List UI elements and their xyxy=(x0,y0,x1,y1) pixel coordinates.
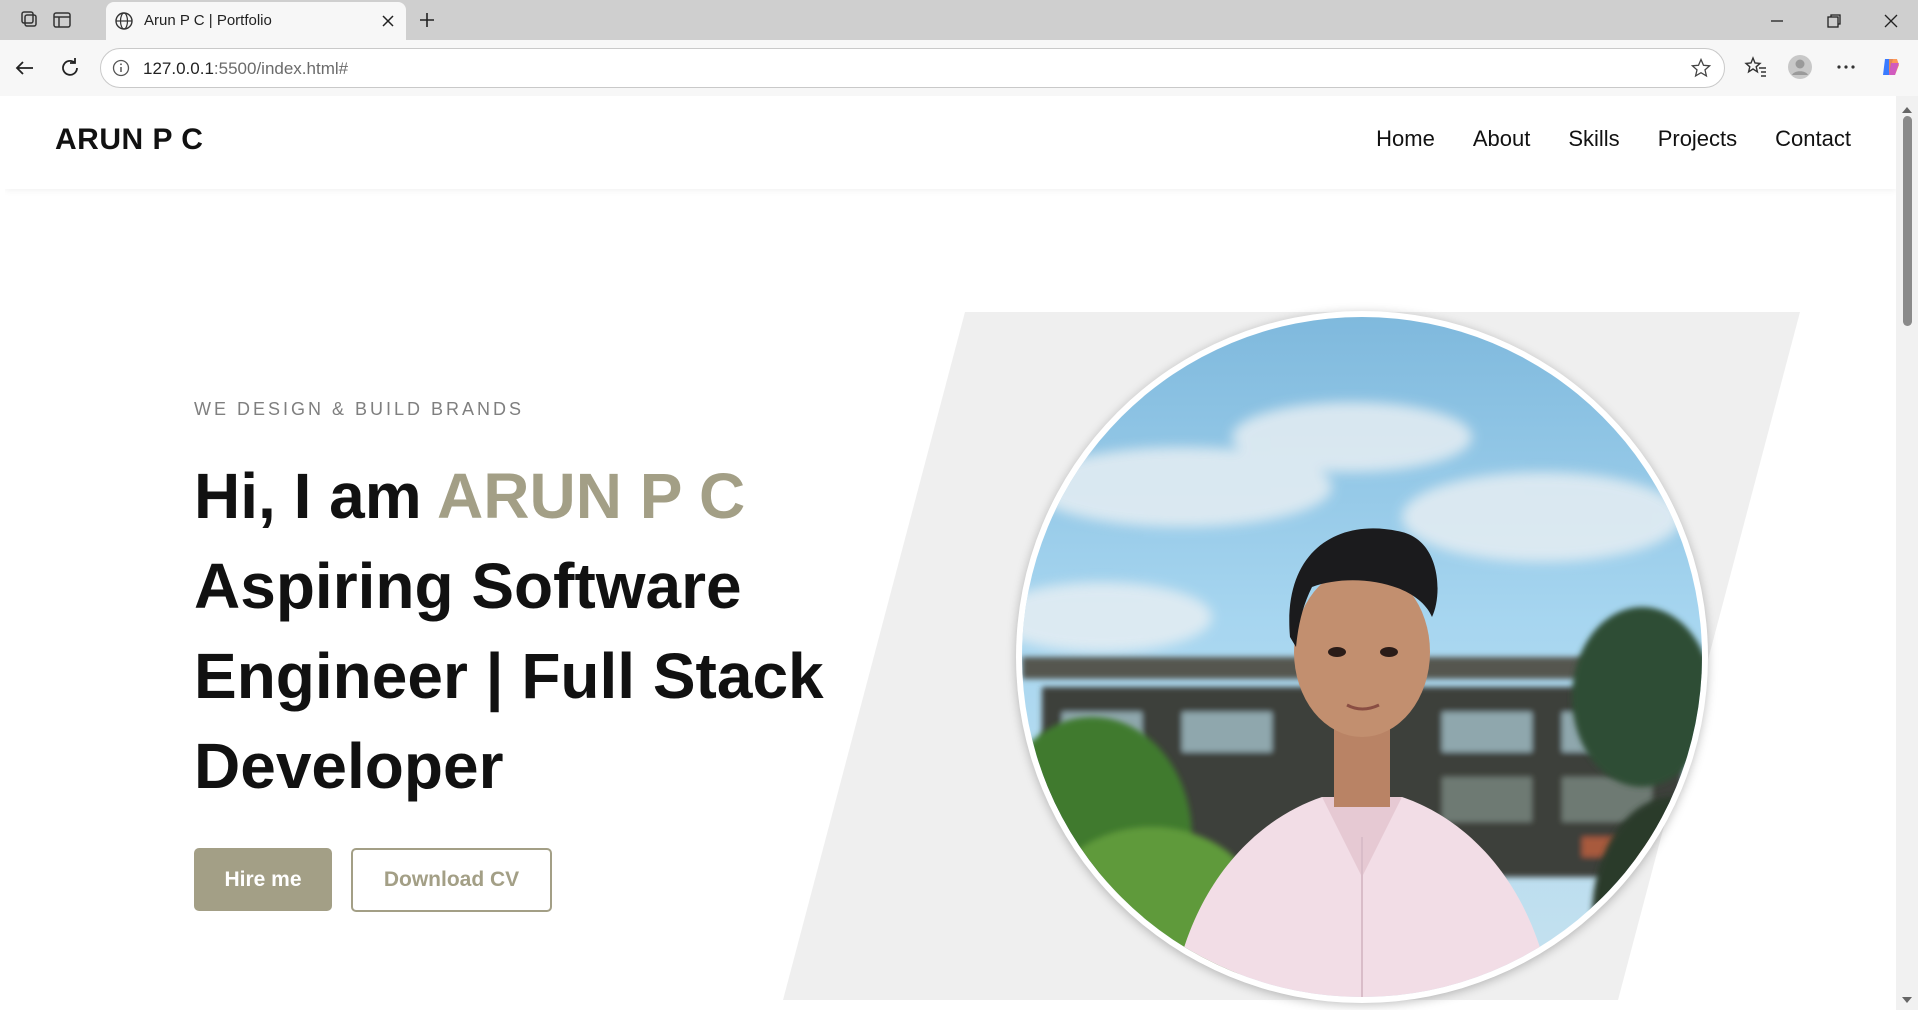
nav-skills[interactable]: Skills xyxy=(1568,126,1619,152)
globe-icon xyxy=(114,11,134,31)
new-tab-icon[interactable] xyxy=(417,10,437,30)
profile-photo-frame xyxy=(1016,311,1708,1003)
favorites-icon[interactable] xyxy=(1743,54,1769,80)
site-header: ARUN P C Home About Skills Projects Cont… xyxy=(5,96,1896,189)
nav-contact[interactable]: Contact xyxy=(1775,126,1851,152)
download-cv-button[interactable]: Download CV xyxy=(351,848,552,912)
workspaces-icon[interactable] xyxy=(20,10,40,30)
url-text[interactable]: 127.0.0.1:5500/index.html# xyxy=(143,59,348,79)
copilot-icon[interactable] xyxy=(1878,54,1904,80)
refresh-icon[interactable] xyxy=(57,55,83,81)
page-scrollbar[interactable] xyxy=(1896,96,1918,1010)
hero-role: Aspiring Software Engineer | Full Stack … xyxy=(194,550,824,802)
site-info-icon[interactable] xyxy=(111,58,131,78)
profile-avatar-icon[interactable] xyxy=(1787,54,1813,80)
back-arrow-icon[interactable] xyxy=(12,55,38,81)
main-nav: Home About Skills Projects Contact xyxy=(1376,126,1851,152)
hire-me-button[interactable]: Hire me xyxy=(194,848,332,911)
url-path: :5500/index.html# xyxy=(213,59,349,78)
close-tab-icon[interactable] xyxy=(378,11,398,31)
hero-subtitle: WE DESIGN & BUILD BRANDS xyxy=(194,399,525,419)
more-options-icon[interactable] xyxy=(1833,54,1859,80)
browser-toolbar: 127.0.0.1:5500/index.html# xyxy=(0,40,1918,96)
nav-home[interactable]: Home xyxy=(1376,126,1435,152)
close-window-icon[interactable] xyxy=(1880,10,1902,32)
minimize-icon[interactable] xyxy=(1766,10,1788,32)
hero-name: ARUN P C xyxy=(437,460,746,532)
address-bar[interactable]: 127.0.0.1:5500/index.html# xyxy=(100,48,1725,88)
active-tab[interactable]: Arun P C | Portfolio xyxy=(106,2,406,40)
scroll-down-arrow-icon[interactable] xyxy=(1901,992,1913,1003)
nav-about[interactable]: About xyxy=(1473,126,1531,152)
scroll-up-arrow-icon[interactable] xyxy=(1901,102,1913,113)
hero-headline: Hi, I am ARUN P C Aspiring Software Engin… xyxy=(194,451,854,811)
browser-tab-bar: Arun P C | Portfolio xyxy=(0,0,1918,40)
favorite-star-icon[interactable] xyxy=(1690,57,1712,79)
tab-title: Arun P C | Portfolio xyxy=(144,12,272,29)
vertical-tabs-icon[interactable] xyxy=(52,10,72,30)
profile-photo xyxy=(1022,317,1702,997)
hero-greeting: Hi, I am xyxy=(194,460,438,532)
restore-icon[interactable] xyxy=(1823,10,1845,32)
nav-projects[interactable]: Projects xyxy=(1658,126,1737,152)
url-host: 127.0.0.1 xyxy=(143,59,214,78)
page-viewport: ARUN P C Home About Skills Projects Cont… xyxy=(5,96,1896,1010)
site-logo[interactable]: ARUN P C xyxy=(55,123,203,157)
scroll-thumb[interactable] xyxy=(1903,116,1912,326)
